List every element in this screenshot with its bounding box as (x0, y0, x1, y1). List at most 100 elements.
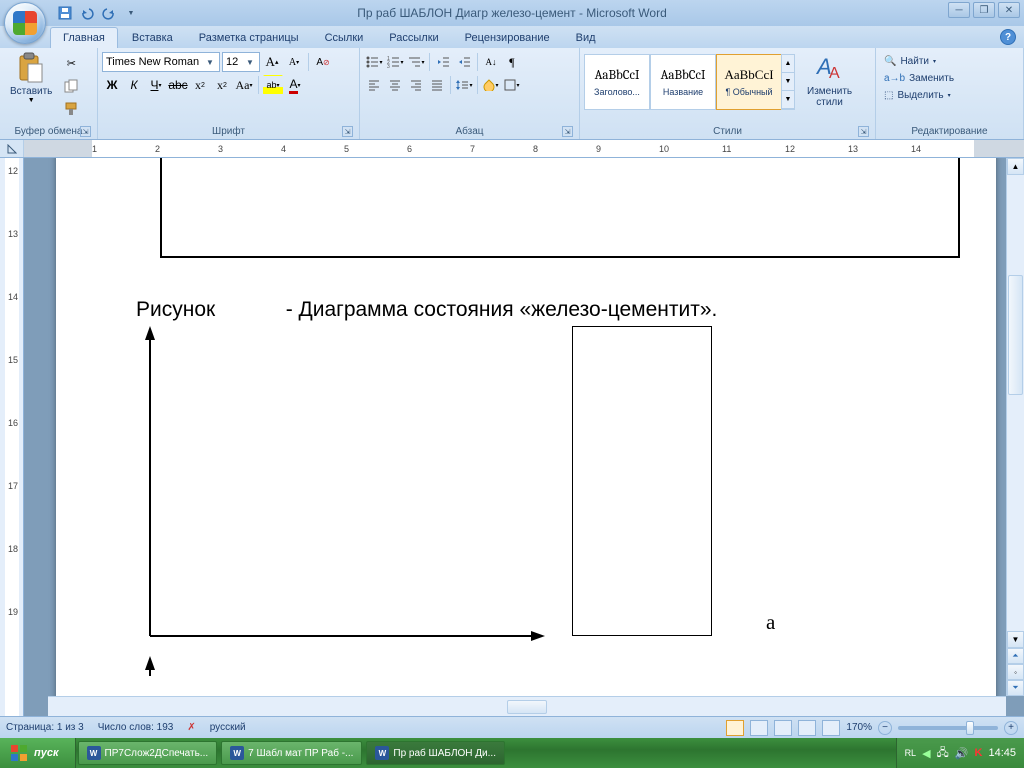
grow-font-icon[interactable]: A▴ (262, 52, 282, 72)
shrink-font-icon[interactable]: A▾ (284, 52, 304, 72)
shading-icon[interactable]: ▾ (481, 75, 501, 95)
browse-object-icon[interactable]: ◦ (1007, 664, 1024, 680)
multilevel-icon[interactable]: ▾ (406, 52, 426, 72)
group-styles: AaBbCcIЗаголово... AaBbCcIНазвание AaBbC… (580, 48, 876, 139)
tab-home[interactable]: Главная (50, 27, 118, 48)
find-button[interactable]: 🔍Найти▾ (880, 54, 958, 69)
undo-icon[interactable] (78, 4, 96, 22)
tray-kaspersky-icon[interactable]: K (975, 747, 983, 759)
align-right-icon[interactable] (406, 75, 426, 95)
tray-network-icon[interactable]: 🖧 (937, 744, 949, 763)
gallery-up-icon[interactable]: ▲ (782, 55, 794, 73)
styles-launcher-icon[interactable]: ⇲ (858, 126, 869, 137)
gallery-down-icon[interactable]: ▼ (782, 73, 794, 91)
lang-indicator[interactable]: RL (905, 748, 917, 758)
zoom-slider[interactable] (898, 726, 998, 730)
zoom-knob[interactable] (966, 721, 974, 735)
ruler-scale[interactable]: 1234567891011121314 (24, 140, 1024, 157)
outdent-icon[interactable] (433, 52, 453, 72)
qat-dropdown-icon[interactable]: ▼ (122, 4, 140, 22)
save-icon[interactable] (56, 4, 74, 22)
show-marks-icon[interactable]: ¶ (502, 52, 522, 72)
cut-icon[interactable]: ✂ (60, 52, 82, 74)
italic-button[interactable]: К (124, 75, 144, 95)
select-button[interactable]: ⬚Выделить▾ (880, 88, 958, 103)
paste-button[interactable]: Вставить ▼ (4, 50, 58, 106)
line-spacing-icon[interactable]: ▾ (454, 75, 474, 95)
font-name-combo[interactable]: Times New Roman▼ (102, 52, 220, 72)
redo-icon[interactable] (100, 4, 118, 22)
zoom-out-icon[interactable]: − (878, 721, 892, 735)
clear-format-icon[interactable]: A⊘ (313, 52, 333, 72)
clipboard-launcher-icon[interactable]: ⇲ (80, 126, 91, 137)
view-web-icon[interactable] (774, 720, 792, 736)
style-normal[interactable]: AaBbCcI¶ Обычный (716, 54, 782, 110)
numbering-icon[interactable]: 123▾ (385, 52, 405, 72)
sort-icon[interactable]: A↓ (481, 52, 501, 72)
prev-page-icon[interactable]: ⏶ (1007, 648, 1024, 664)
underline-button[interactable]: Ч▾ (146, 75, 166, 95)
taskbar-item-2[interactable]: W7 Шабл мат ПР Раб -... (221, 741, 362, 765)
ruler-vertical[interactable]: 1213141516171819 (0, 158, 24, 716)
scroll-track[interactable] (1007, 175, 1024, 631)
taskbar-item-1[interactable]: WПР7Слож2ДСпечать... (78, 741, 218, 765)
gallery-more-icon[interactable]: ▼ (782, 91, 794, 109)
bold-button[interactable]: Ж (102, 75, 122, 95)
change-case-icon[interactable]: Aa▾ (234, 75, 254, 95)
para-launcher-icon[interactable]: ⇲ (562, 126, 573, 137)
restore-button[interactable]: ❐ (973, 2, 995, 18)
subscript-button[interactable]: x2 (190, 75, 210, 95)
highlight-icon[interactable]: ab▾ (263, 75, 283, 95)
style-title[interactable]: AaBbCcIНазвание (650, 54, 716, 110)
scrollbar-thumb[interactable] (1008, 275, 1023, 395)
page[interactable]: Рисунок - Диаграмма состояния «железо-це… (56, 158, 996, 716)
zoom-in-icon[interactable]: + (1004, 721, 1018, 735)
copy-icon[interactable] (60, 75, 82, 97)
close-button[interactable]: ✕ (998, 2, 1020, 18)
clock[interactable]: 14:45 (988, 747, 1016, 759)
format-painter-icon[interactable] (60, 98, 82, 120)
view-reading-icon[interactable] (750, 720, 768, 736)
tab-references[interactable]: Ссылки (313, 28, 376, 48)
tab-review[interactable]: Рецензирование (453, 28, 562, 48)
tab-mailings[interactable]: Рассылки (377, 28, 450, 48)
borders-icon[interactable]: ▾ (502, 75, 522, 95)
bullets-icon[interactable]: ▾ (364, 52, 384, 72)
tray-sound-icon[interactable]: 🔊 (955, 747, 969, 760)
ruler-corner[interactable] (0, 140, 24, 157)
tab-layout[interactable]: Разметка страницы (187, 28, 311, 48)
justify-icon[interactable] (427, 75, 447, 95)
office-button[interactable] (4, 2, 46, 44)
zoom-level[interactable]: 170% (846, 722, 872, 733)
help-icon[interactable]: ? (1000, 29, 1016, 45)
tab-view[interactable]: Вид (564, 28, 608, 48)
replace-button[interactable]: a→bЗаменить (880, 71, 958, 86)
align-left-icon[interactable] (364, 75, 384, 95)
proofing-icon[interactable]: ✗ (187, 722, 195, 733)
start-button[interactable]: пуск (0, 738, 76, 768)
tray-safely-remove-icon[interactable]: ◀ (922, 747, 930, 760)
scroll-up-icon[interactable]: ▲ (1007, 158, 1024, 175)
indent-icon[interactable] (454, 52, 474, 72)
view-outline-icon[interactable] (798, 720, 816, 736)
scroll-down-icon[interactable]: ▼ (1007, 631, 1024, 648)
view-draft-icon[interactable] (822, 720, 840, 736)
style-heading[interactable]: AaBbCcIЗаголово... (584, 54, 650, 110)
scrollbar-horizontal[interactable] (48, 696, 1006, 716)
status-page[interactable]: Страница: 1 из 3 (6, 722, 84, 733)
next-page-icon[interactable]: ⏷ (1007, 680, 1024, 696)
status-lang[interactable]: русский (210, 722, 246, 733)
align-center-icon[interactable] (385, 75, 405, 95)
font-launcher-icon[interactable]: ⇲ (342, 126, 353, 137)
tab-insert[interactable]: Вставка (120, 28, 185, 48)
minimize-button[interactable]: ─ (948, 2, 970, 18)
status-words[interactable]: Число слов: 193 (98, 722, 174, 733)
scrollbar-thumb[interactable] (507, 700, 547, 714)
superscript-button[interactable]: x2 (212, 75, 232, 95)
font-color-icon[interactable]: A▾ (285, 75, 305, 95)
change-styles-button[interactable]: AA Изменить стили (801, 50, 858, 110)
font-size-combo[interactable]: 12▼ (222, 52, 260, 72)
view-print-icon[interactable] (726, 720, 744, 736)
strike-button[interactable]: abc (168, 75, 188, 95)
taskbar-item-3[interactable]: WПр раб ШАБЛОН Ди... (366, 741, 505, 765)
